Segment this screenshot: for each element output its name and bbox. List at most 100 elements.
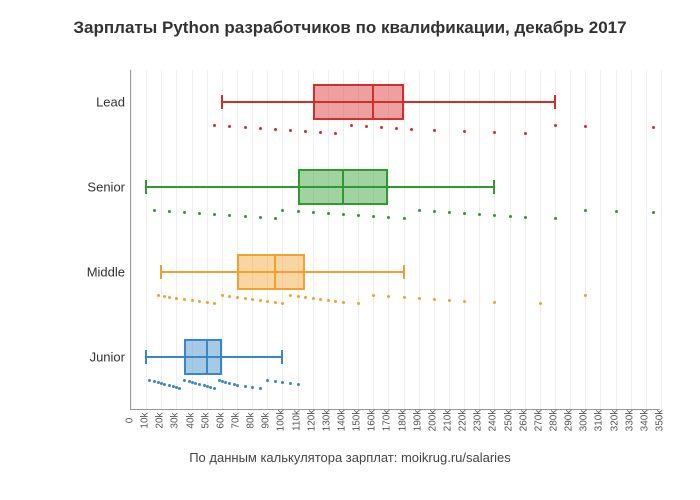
x-tick-label: 290k (564, 410, 575, 432)
data-point (175, 297, 178, 300)
data-point (327, 299, 330, 302)
data-point (357, 302, 360, 305)
x-tick-label: 130k (321, 410, 332, 432)
x-tick-label: 80k (246, 412, 257, 428)
data-point (652, 126, 655, 129)
data-point (509, 215, 512, 218)
data-point (281, 381, 284, 384)
x-tick-label: 30k (170, 412, 181, 428)
data-point (312, 211, 315, 214)
data-point (554, 217, 557, 220)
x-tick-label: 270k (533, 410, 544, 432)
data-point (357, 214, 360, 217)
data-point (183, 298, 186, 301)
chart-title: Зарплаты Python разработчиков по квалифи… (0, 0, 700, 44)
data-point (395, 127, 398, 130)
grid-line (343, 70, 344, 409)
data-point (281, 302, 284, 305)
data-point (168, 210, 171, 213)
grid-line (449, 70, 450, 409)
x-tick-label: 110k (291, 410, 302, 431)
grid-line (434, 70, 435, 409)
data-point (554, 124, 557, 127)
box (237, 254, 305, 290)
grid-line (373, 70, 374, 409)
grid-line (313, 70, 314, 409)
x-tick-label: 90k (261, 412, 272, 428)
data-point (228, 295, 231, 298)
grid-line (555, 70, 556, 409)
x-tick-label: 280k (549, 410, 560, 432)
data-point (274, 128, 277, 131)
data-point (259, 127, 262, 130)
data-point (244, 215, 247, 218)
y-tick-label: Junior (90, 350, 125, 365)
data-point (153, 380, 156, 383)
x-tick-label: 40k (185, 412, 196, 428)
data-point (418, 297, 421, 300)
data-point (584, 294, 587, 297)
data-point (342, 301, 345, 304)
box (313, 84, 404, 120)
data-point (191, 299, 194, 302)
x-tick-label: 220k (458, 410, 469, 432)
data-point (153, 209, 156, 212)
grid-line (464, 70, 465, 409)
data-point (251, 386, 254, 389)
data-point (319, 298, 322, 301)
data-point (448, 211, 451, 214)
data-point (274, 217, 277, 220)
data-point (198, 300, 201, 303)
data-point (266, 379, 269, 382)
whisker-cap (145, 350, 147, 364)
data-point (493, 131, 496, 134)
data-point (206, 301, 209, 304)
grid-line (661, 70, 662, 409)
data-point (327, 212, 330, 215)
data-point (342, 213, 345, 216)
data-point (380, 126, 383, 129)
grid-line (404, 70, 405, 409)
y-tick-label: Middle (87, 265, 125, 280)
data-point (289, 382, 292, 385)
data-point (228, 214, 231, 217)
x-tick-label: 190k (412, 410, 423, 432)
data-point (312, 297, 315, 300)
data-point (463, 130, 466, 133)
data-point (418, 209, 421, 212)
median-line (206, 339, 208, 375)
data-point (168, 296, 171, 299)
data-point (493, 214, 496, 217)
data-point (274, 301, 277, 304)
data-point (251, 298, 254, 301)
data-point (244, 297, 247, 300)
data-point (297, 383, 300, 386)
grid-line (510, 70, 511, 409)
data-point (365, 125, 368, 128)
grid-line (131, 70, 132, 409)
data-point (259, 216, 262, 219)
data-point (372, 215, 375, 218)
grid-line (358, 70, 359, 409)
data-point (403, 296, 406, 299)
data-point (463, 300, 466, 303)
data-point (304, 296, 307, 299)
median-line (342, 169, 344, 205)
whisker-cap (221, 95, 223, 109)
x-tick-label: 340k (639, 410, 650, 432)
data-point (168, 384, 171, 387)
grid-line (540, 70, 541, 409)
data-point (198, 212, 201, 215)
x-tick-label: 310k (594, 410, 605, 432)
data-point (403, 217, 406, 220)
data-point (387, 216, 390, 219)
x-tick-label: 50k (200, 412, 211, 428)
data-point (334, 132, 337, 135)
data-point (493, 301, 496, 304)
y-tick-label: Lead (96, 95, 125, 110)
data-point (289, 129, 292, 132)
data-point (539, 302, 542, 305)
median-line (372, 84, 374, 120)
data-point (289, 294, 292, 297)
data-point (304, 130, 307, 133)
